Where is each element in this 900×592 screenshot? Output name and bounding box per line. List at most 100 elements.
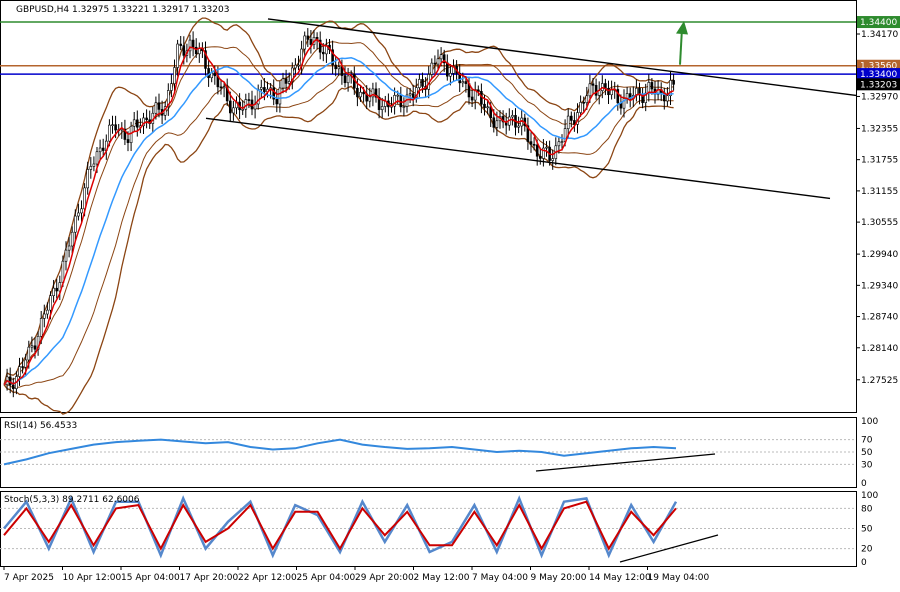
candle-body bbox=[321, 51, 325, 55]
candle-body bbox=[219, 86, 223, 89]
candle-body bbox=[179, 43, 182, 46]
candle-body bbox=[74, 215, 77, 233]
candle-body bbox=[86, 169, 89, 189]
candle-body bbox=[64, 249, 68, 262]
candle-body bbox=[8, 376, 12, 386]
candle-body bbox=[672, 80, 675, 85]
level-tag-label: 1.34400 bbox=[860, 18, 897, 28]
candle-body bbox=[343, 75, 347, 84]
candle-body bbox=[114, 124, 117, 131]
candle-body bbox=[337, 66, 341, 70]
chart-canvas[interactable]: 1.344001.335601.334001.33203 1.341701.32… bbox=[0, 0, 900, 588]
osc-tick-label: 100 bbox=[861, 491, 878, 501]
candle-body bbox=[46, 309, 49, 315]
candle-body bbox=[129, 125, 133, 143]
candle-body bbox=[27, 346, 31, 361]
candle-body bbox=[67, 245, 71, 251]
candle-body bbox=[145, 117, 148, 121]
candle-body bbox=[241, 108, 244, 111]
time-tick-label: 9 May 20:00 bbox=[531, 573, 587, 583]
time-tick-label: 17 Apr 20:00 bbox=[180, 573, 239, 583]
candle-body bbox=[666, 95, 669, 102]
candle-body bbox=[433, 62, 437, 65]
time-tick-label: 29 Apr 20:00 bbox=[355, 573, 414, 583]
candle-body bbox=[170, 83, 173, 91]
candle-body bbox=[495, 120, 499, 128]
candle-body bbox=[33, 345, 37, 350]
candle-body bbox=[585, 95, 589, 103]
osc-tick-label: 80 bbox=[861, 504, 873, 514]
candle-body bbox=[582, 102, 586, 104]
time-tick-label: 10 Apr 12:00 bbox=[63, 573, 122, 583]
candle-body bbox=[535, 144, 539, 157]
candle-body bbox=[42, 313, 46, 319]
candle-body bbox=[98, 147, 102, 153]
osc-tick-label: 0 bbox=[861, 479, 867, 489]
candle-body bbox=[182, 45, 186, 56]
candle-body bbox=[294, 64, 297, 69]
time-tick-label: 15 Apr 04:00 bbox=[121, 573, 180, 583]
price-tick-label: 1.32970 bbox=[861, 92, 898, 102]
candle-body bbox=[449, 72, 452, 77]
candle-body bbox=[560, 141, 564, 143]
candle-body bbox=[545, 146, 548, 149]
candle-body bbox=[89, 166, 93, 170]
candle-body bbox=[213, 72, 217, 77]
candle-body bbox=[126, 139, 130, 143]
candle-body bbox=[569, 115, 573, 121]
candle-body bbox=[232, 107, 235, 114]
chart-window[interactable]: 1.34400 1.33560 1.33400 1.33203 1.34170 1.32… bbox=[0, 0, 900, 588]
candle-body bbox=[222, 86, 226, 89]
candle-body bbox=[356, 87, 359, 98]
price-tick-label: 1.31755 bbox=[861, 156, 898, 166]
candle-body bbox=[80, 208, 83, 214]
price-tick-label: 1.29940 bbox=[861, 250, 898, 260]
candle-body bbox=[303, 35, 307, 50]
price-tick-label: 1.32355 bbox=[861, 124, 898, 134]
candle-body bbox=[244, 99, 248, 110]
time-tick-label: 19 May 04:00 bbox=[648, 573, 710, 583]
time-tick-label: 7 Apr 2025 bbox=[4, 573, 54, 583]
candle-body bbox=[108, 124, 111, 142]
candle-body bbox=[278, 87, 282, 105]
osc-tick-label: 50 bbox=[861, 448, 873, 458]
candle-body bbox=[594, 85, 598, 96]
candle-body bbox=[588, 83, 592, 97]
time-axis: 7 Apr 2025 10 Apr 12:00 15 Apr 04:00 17 Apr… bbox=[3, 566, 710, 583]
candle-body bbox=[579, 102, 582, 113]
candle-body bbox=[198, 48, 201, 55]
price-tick-label: 1.28140 bbox=[861, 344, 898, 354]
candle-body bbox=[49, 295, 52, 311]
candle-body bbox=[486, 106, 489, 109]
osc-tick-label: 30 bbox=[861, 460, 873, 470]
candle-body bbox=[610, 89, 613, 96]
candle-body bbox=[334, 64, 338, 70]
candle-body bbox=[24, 359, 28, 368]
candle-body bbox=[176, 43, 179, 68]
candle-body bbox=[194, 46, 198, 55]
candle-body bbox=[18, 366, 21, 377]
candle-body bbox=[408, 93, 412, 96]
osc-tick-label: 100 bbox=[861, 417, 878, 427]
rsi-label: RSI(14) 56.4533 bbox=[4, 421, 77, 431]
candle-body bbox=[101, 147, 105, 151]
candle-body bbox=[39, 318, 43, 337]
candle-body bbox=[591, 83, 595, 86]
candle-body bbox=[21, 366, 24, 368]
candle-body bbox=[517, 125, 520, 128]
price-tick-label: 1.29340 bbox=[861, 281, 898, 291]
main-panel-frame bbox=[0, 0, 857, 413]
osc-tick-label: 20 bbox=[861, 545, 873, 555]
candle-body bbox=[346, 75, 350, 84]
candle-body bbox=[259, 87, 263, 90]
time-tick-label: 14 May 12:00 bbox=[589, 573, 651, 583]
candle-body bbox=[287, 81, 291, 84]
candle-body bbox=[281, 78, 285, 89]
candle-body bbox=[520, 117, 524, 127]
candle-body bbox=[551, 158, 555, 161]
candle-body bbox=[359, 91, 362, 98]
level-tag-label: 1.33203 bbox=[860, 80, 897, 90]
candle-body bbox=[445, 62, 449, 77]
time-tick-label: 2 May 12:00 bbox=[414, 573, 470, 583]
time-tick-label: 7 May 04:00 bbox=[472, 573, 528, 583]
